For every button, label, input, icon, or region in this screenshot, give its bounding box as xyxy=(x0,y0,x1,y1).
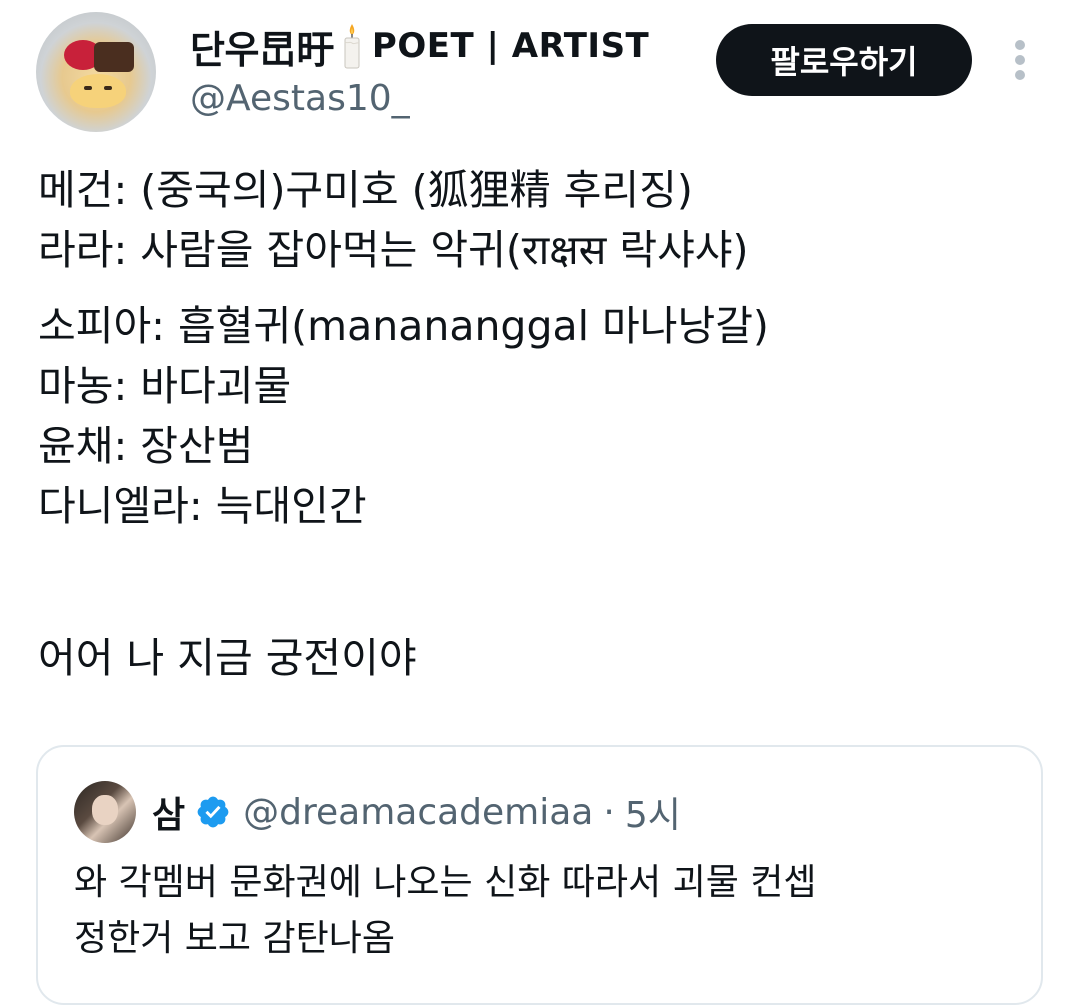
separator-dot: · xyxy=(603,791,615,833)
more-vertical-icon-dot xyxy=(1015,70,1025,80)
tweet-line: 다니엘라: 늑대인간 xyxy=(38,482,367,530)
verified-badge-icon xyxy=(197,796,229,828)
tweet-line: 마농: 바다괴물 xyxy=(38,362,292,410)
more-vertical-icon xyxy=(1015,40,1025,50)
quoted-author-avatar[interactable] xyxy=(74,781,136,843)
author-name-row[interactable]: 단우旵旴 POET | ARTIST xyxy=(190,18,649,74)
quoted-tweet-time[interactable]: 5시 xyxy=(625,786,681,838)
author-handle[interactable]: @Aestas10_ xyxy=(190,78,410,119)
quoted-avatar-face xyxy=(92,795,118,825)
tweet-header: 단우旵旴 POET | ARTIST @Aestas10_ 팔로우하기 xyxy=(0,0,1080,140)
tweet-final-line: 어어 나 지금 궁전이야 xyxy=(38,634,417,682)
quoted-author-name[interactable]: 삼 xyxy=(152,786,185,838)
avatar-eye-right xyxy=(104,86,112,90)
more-options-button[interactable] xyxy=(1000,36,1040,84)
tweet-line: 소피아: 흡혈귀(manananggal 마나낭갈) xyxy=(38,302,769,350)
follow-button[interactable]: 팔로우하기 xyxy=(716,24,972,96)
avatar-eye-left xyxy=(84,86,92,90)
quoted-tweet-header: 삼 @dreamacademiaa · 5시 xyxy=(152,787,681,837)
quoted-tweet-text: 와 각멤버 문화권에 나오는 신화 따라서 괴물 컨셉 정한거 보고 감탄나옴 xyxy=(74,855,1014,967)
candle-icon xyxy=(344,24,360,69)
quoted-author-handle[interactable]: @dreamacademiaa xyxy=(243,792,593,833)
author-display-name[interactable]: 단우旵旴 xyxy=(190,19,334,74)
author-avatar[interactable] xyxy=(36,12,156,132)
tweet-line: 윤채: 장산범 xyxy=(38,422,254,470)
avatar-cake xyxy=(94,42,134,72)
tweet-line: 메건: (중국의)구미호 (狐狸精 후리징) xyxy=(38,166,693,214)
tweet-line: 라라: 사람을 잡아먹는 악귀(राक्षस 락샤샤) xyxy=(38,226,749,274)
tweet-text: 메건: (중국의)구미호 (狐狸精 후리징) 라라: 사람을 잡아먹는 악귀(र… xyxy=(38,160,1048,688)
avatar-face xyxy=(70,74,126,108)
quoted-tweet-card[interactable]: 삼 @dreamacademiaa · 5시 와 각멤버 문화권에 나오는 신화… xyxy=(36,745,1043,1005)
quoted-tweet-line: 정한거 보고 감탄나옴 xyxy=(74,918,395,959)
more-vertical-icon-dot xyxy=(1015,55,1025,65)
author-name-suffix: POET | ARTIST xyxy=(371,26,650,66)
quoted-tweet-line: 와 각멤버 문화권에 나오는 신화 따라서 괴물 컨셉 xyxy=(74,862,817,903)
